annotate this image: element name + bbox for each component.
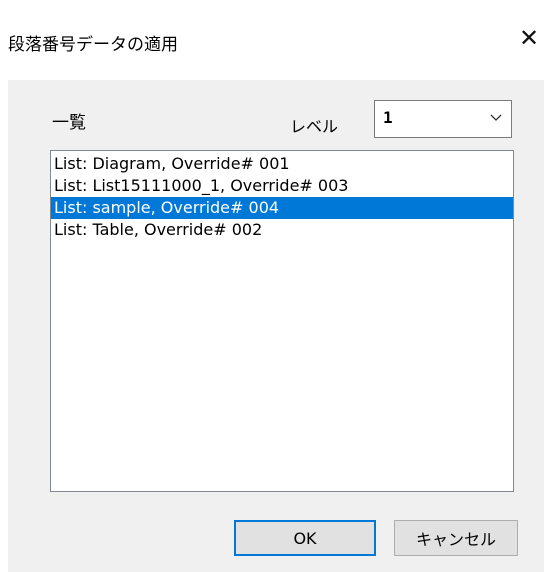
level-dropdown[interactable]: 1 — [374, 100, 512, 138]
cancel-button[interactable]: キャンセル — [394, 520, 518, 556]
list-label: 一覧 — [52, 113, 86, 133]
level-label: レベル — [290, 117, 339, 136]
list-item[interactable]: List: List15111000_1, Override# 003 — [51, 175, 513, 197]
title-bar: 段落番号データの適用 ✕ — [0, 0, 552, 80]
ok-button[interactable]: OK — [234, 520, 376, 556]
window-title: 段落番号データの適用 — [8, 35, 178, 55]
level-value: 1 — [383, 108, 393, 127]
list-item-selected[interactable]: List: sample, Override# 004 — [51, 197, 513, 219]
override-listbox[interactable]: List: Diagram, Override# 001 List: List1… — [50, 150, 514, 492]
list-item[interactable]: List: Diagram, Override# 001 — [51, 153, 513, 175]
close-icon: ✕ — [518, 24, 540, 52]
close-button[interactable]: ✕ — [506, 14, 552, 62]
chevron-down-icon — [490, 114, 502, 121]
dialog-body: 一覧 レベル 1 List: Diagram, Override# 001 Li… — [8, 80, 544, 572]
list-item[interactable]: List: Table, Override# 002 — [51, 219, 513, 241]
